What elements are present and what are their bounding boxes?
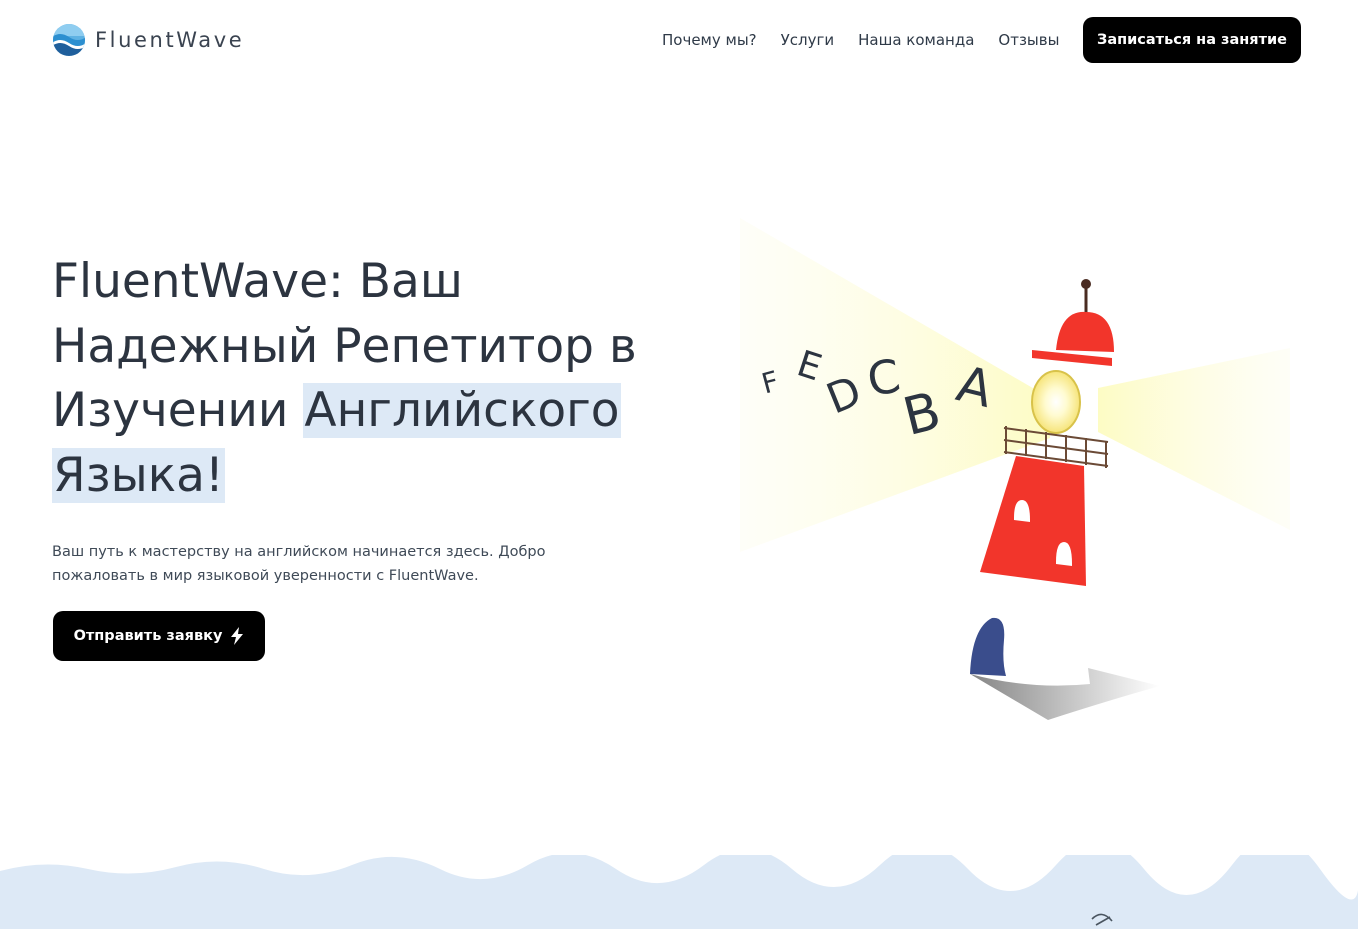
hero-title-highlight: Английского xyxy=(303,383,621,438)
lamp xyxy=(1031,370,1081,434)
submit-request-button[interactable]: Отправить заявку xyxy=(53,611,265,661)
fin-shape xyxy=(970,617,1006,676)
wave-divider xyxy=(0,855,1358,929)
book-lesson-button[interactable]: Записаться на занятие xyxy=(1083,17,1301,63)
light-beam-right xyxy=(1098,348,1290,530)
logo-link[interactable]: FluentWave xyxy=(52,23,244,57)
nav-link-why-us[interactable]: Почему мы? xyxy=(662,30,757,50)
lighthouse-icon: F E D C B A xyxy=(740,218,1290,720)
submit-request-label: Отправить заявку xyxy=(73,628,223,644)
nav-link-services[interactable]: Услуги xyxy=(781,30,834,50)
lighthouse-dome xyxy=(1056,311,1114,352)
lighthouse-roof-rim xyxy=(1032,350,1112,366)
hero-title-highlight-2: Языка! xyxy=(52,447,225,503)
wave-globe-icon xyxy=(53,24,85,56)
main-nav: Почему мы? Услуги Наша команда Отзывы xyxy=(662,30,1083,50)
lightning-bolt-icon xyxy=(231,627,244,645)
hero-title: FluentWave: Ваш Надежный Репетитор в Изу… xyxy=(52,250,672,508)
nav-link-reviews[interactable]: Отзывы xyxy=(998,30,1059,50)
antenna-tip xyxy=(1081,279,1091,289)
lighthouse-tower xyxy=(980,456,1086,586)
hero-subtitle: Ваш путь к мастерству на английском начи… xyxy=(52,544,546,584)
shadow-shape xyxy=(970,668,1160,720)
logo-text: FluentWave xyxy=(95,28,245,52)
site-header: FluentWave Почему мы? Услуги Наша команд… xyxy=(0,0,1358,82)
nav-link-team[interactable]: Наша команда xyxy=(858,30,974,50)
